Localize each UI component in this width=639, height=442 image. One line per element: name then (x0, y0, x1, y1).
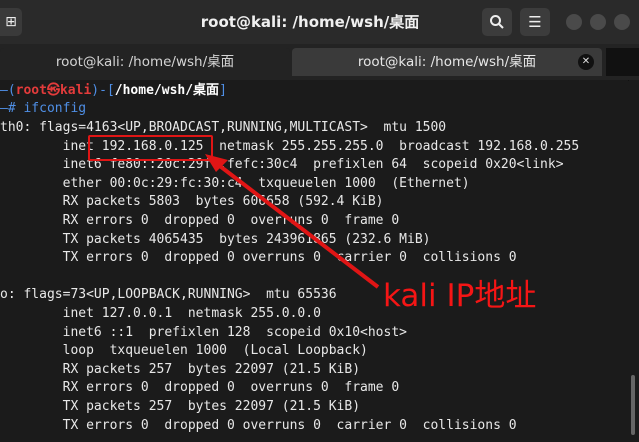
annotation-label: kali IP地址 (383, 278, 537, 314)
annotation-arrow (205, 154, 380, 289)
